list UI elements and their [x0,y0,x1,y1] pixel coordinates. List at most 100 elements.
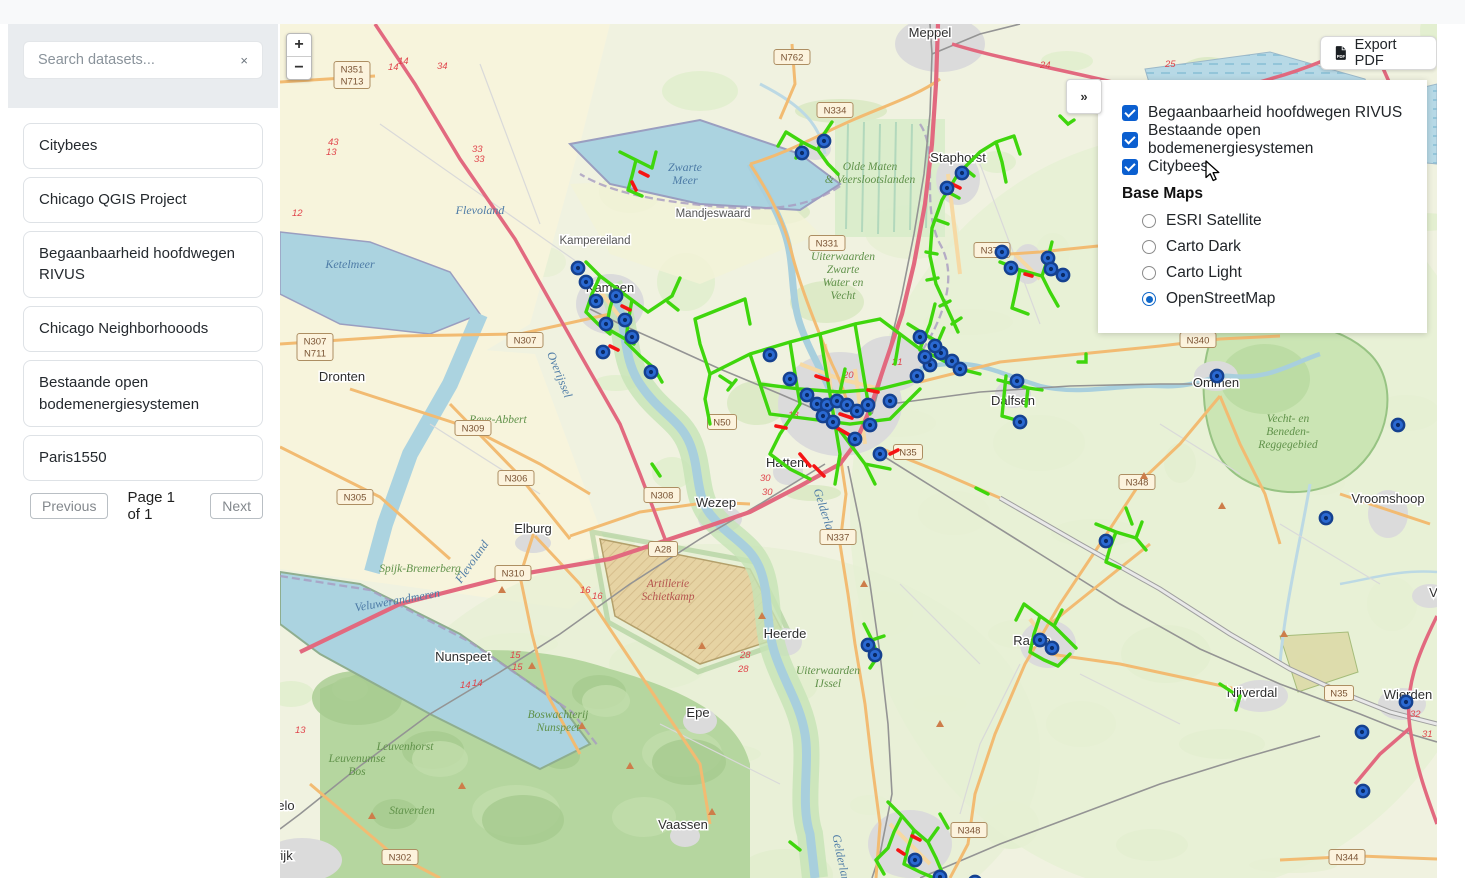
layers-panel-collapse-button[interactable]: » [1066,79,1102,114]
road-km-number: 15 [512,662,523,673]
map-marker[interactable] [869,649,881,661]
previous-page-button[interactable]: Previous [30,493,108,519]
area-label: Leuvenumse [328,753,386,765]
map-marker[interactable] [784,373,796,385]
layer-toggle-row[interactable]: Begaanbaarheid hoofdwegen RIVUS [1122,104,1427,122]
basemap-option-carto-dark[interactable]: Carto Dark [1142,238,1427,256]
map-marker[interactable] [919,351,931,363]
road-shield-label: N334 [824,106,847,117]
map-marker[interactable] [884,395,896,407]
map-marker[interactable] [1057,269,1069,281]
search-clear-icon[interactable]: × [236,51,252,70]
road-shield-label: N302 [389,853,412,864]
map-marker[interactable] [1211,370,1223,382]
layer-checkbox-checked[interactable] [1122,105,1138,121]
dataset-card[interactable]: Begaanbaarheid hoofdwegen RIVUS [23,231,263,299]
area-label: Vecht [831,290,857,302]
road-shield-label: N309 [462,424,485,435]
map-marker[interactable] [590,295,602,307]
town-label: Heerde [764,626,807,641]
radio-icon[interactable] [1142,266,1156,280]
map-marker[interactable] [864,419,876,431]
map-marker[interactable] [954,363,966,375]
area-label: Leuvenhorst [376,741,435,753]
layer-toggle-row[interactable]: Citybees [1122,158,1427,176]
map-marker[interactable] [1011,375,1023,387]
map-marker[interactable] [911,370,923,382]
map-marker[interactable] [1356,726,1368,738]
map-marker[interactable] [934,871,946,878]
pagination: Previous Page 1 of 1 Next [30,489,263,523]
map-marker[interactable] [849,433,861,445]
map-marker[interactable] [764,349,776,361]
map-marker[interactable] [956,167,968,179]
map-marker[interactable] [862,399,874,411]
map-marker[interactable] [1005,262,1017,274]
basemap-option-carto-light[interactable]: Carto Light [1142,264,1427,282]
basemap-option-openstreetmap[interactable]: OpenStreetMap [1142,290,1427,308]
basemap-option-esri-satellite[interactable]: ESRI Satellite [1142,212,1427,230]
town-label: Mandjeswaard [676,208,751,220]
road-shield-label: N35 [899,448,916,459]
map-marker[interactable] [580,276,592,288]
map-marker[interactable] [600,318,612,330]
dataset-card[interactable]: Citybees [23,123,263,169]
map-marker[interactable] [874,448,886,460]
map-marker[interactable] [1392,419,1404,431]
map-marker[interactable] [1100,535,1112,547]
town-label: Epe [686,705,709,720]
water-label: Flevoland [455,203,506,217]
road-shield-label: N310 [502,569,525,580]
zoom-out-button[interactable]: − [287,56,311,79]
dataset-card[interactable]: Chicago Neighborhooods [23,306,263,352]
export-pdf-button[interactable]: PDF Export PDF [1320,36,1437,70]
map-marker[interactable] [941,182,953,194]
road-km-number: 28 [737,664,749,675]
map-marker[interactable] [1014,416,1026,428]
map-marker[interactable] [909,854,921,866]
map-marker[interactable] [1357,785,1369,797]
road-km-number: 14 [472,678,483,689]
radio-selected-icon[interactable] [1142,292,1156,306]
road-shield-label: N713 [341,77,364,88]
zoom-in-button[interactable]: + [287,34,311,56]
map-marker[interactable] [1034,634,1046,646]
map-marker[interactable] [619,314,631,326]
map-marker[interactable] [1400,696,1412,708]
map-marker[interactable] [827,416,839,428]
next-page-button[interactable]: Next [210,493,263,519]
layer-toggle-row[interactable]: Bestaande open bodemenergiesystemen [1122,131,1427,149]
map-marker[interactable] [1045,263,1057,275]
road-shield-label: N340 [1187,336,1210,347]
map-marker[interactable] [914,331,926,343]
map-canvas[interactable]: Olde Maten& VeerslootslandenUiterwaarden… [280,24,1437,878]
road-shield-label: N308 [651,491,674,502]
map-marker[interactable] [597,346,609,358]
radio-icon[interactable] [1142,240,1156,254]
area-label: Water en [823,277,864,289]
road-km-number: 14 [460,680,471,691]
map-marker[interactable] [626,331,638,343]
map-marker[interactable] [645,366,657,378]
dataset-card[interactable]: Bestaande open bodemenergiesystemen [23,360,263,428]
map-marker[interactable] [818,135,830,147]
map-marker[interactable] [929,340,941,352]
map-marker[interactable] [572,262,584,274]
area-label: & Veerslootslanden [825,174,916,186]
road-km-number: 24 [1039,60,1051,71]
map-marker[interactable] [796,147,808,159]
dataset-card[interactable]: Paris1550 [23,435,263,481]
road-km-number: 30 [762,487,773,498]
map-marker[interactable] [610,290,622,302]
map-marker[interactable] [1320,512,1332,524]
radio-icon[interactable] [1142,214,1156,228]
search-box: × [23,41,263,79]
town-label: Harderwijk [280,848,293,863]
dataset-card[interactable]: Chicago QGIS Project [23,177,263,223]
map-marker[interactable] [996,246,1008,258]
map-marker[interactable] [1046,642,1058,654]
layer-checkbox-checked[interactable] [1122,159,1138,175]
area-label: Artillerie [646,578,689,590]
layer-checkbox-checked[interactable] [1122,132,1138,148]
search-input[interactable] [36,51,236,69]
